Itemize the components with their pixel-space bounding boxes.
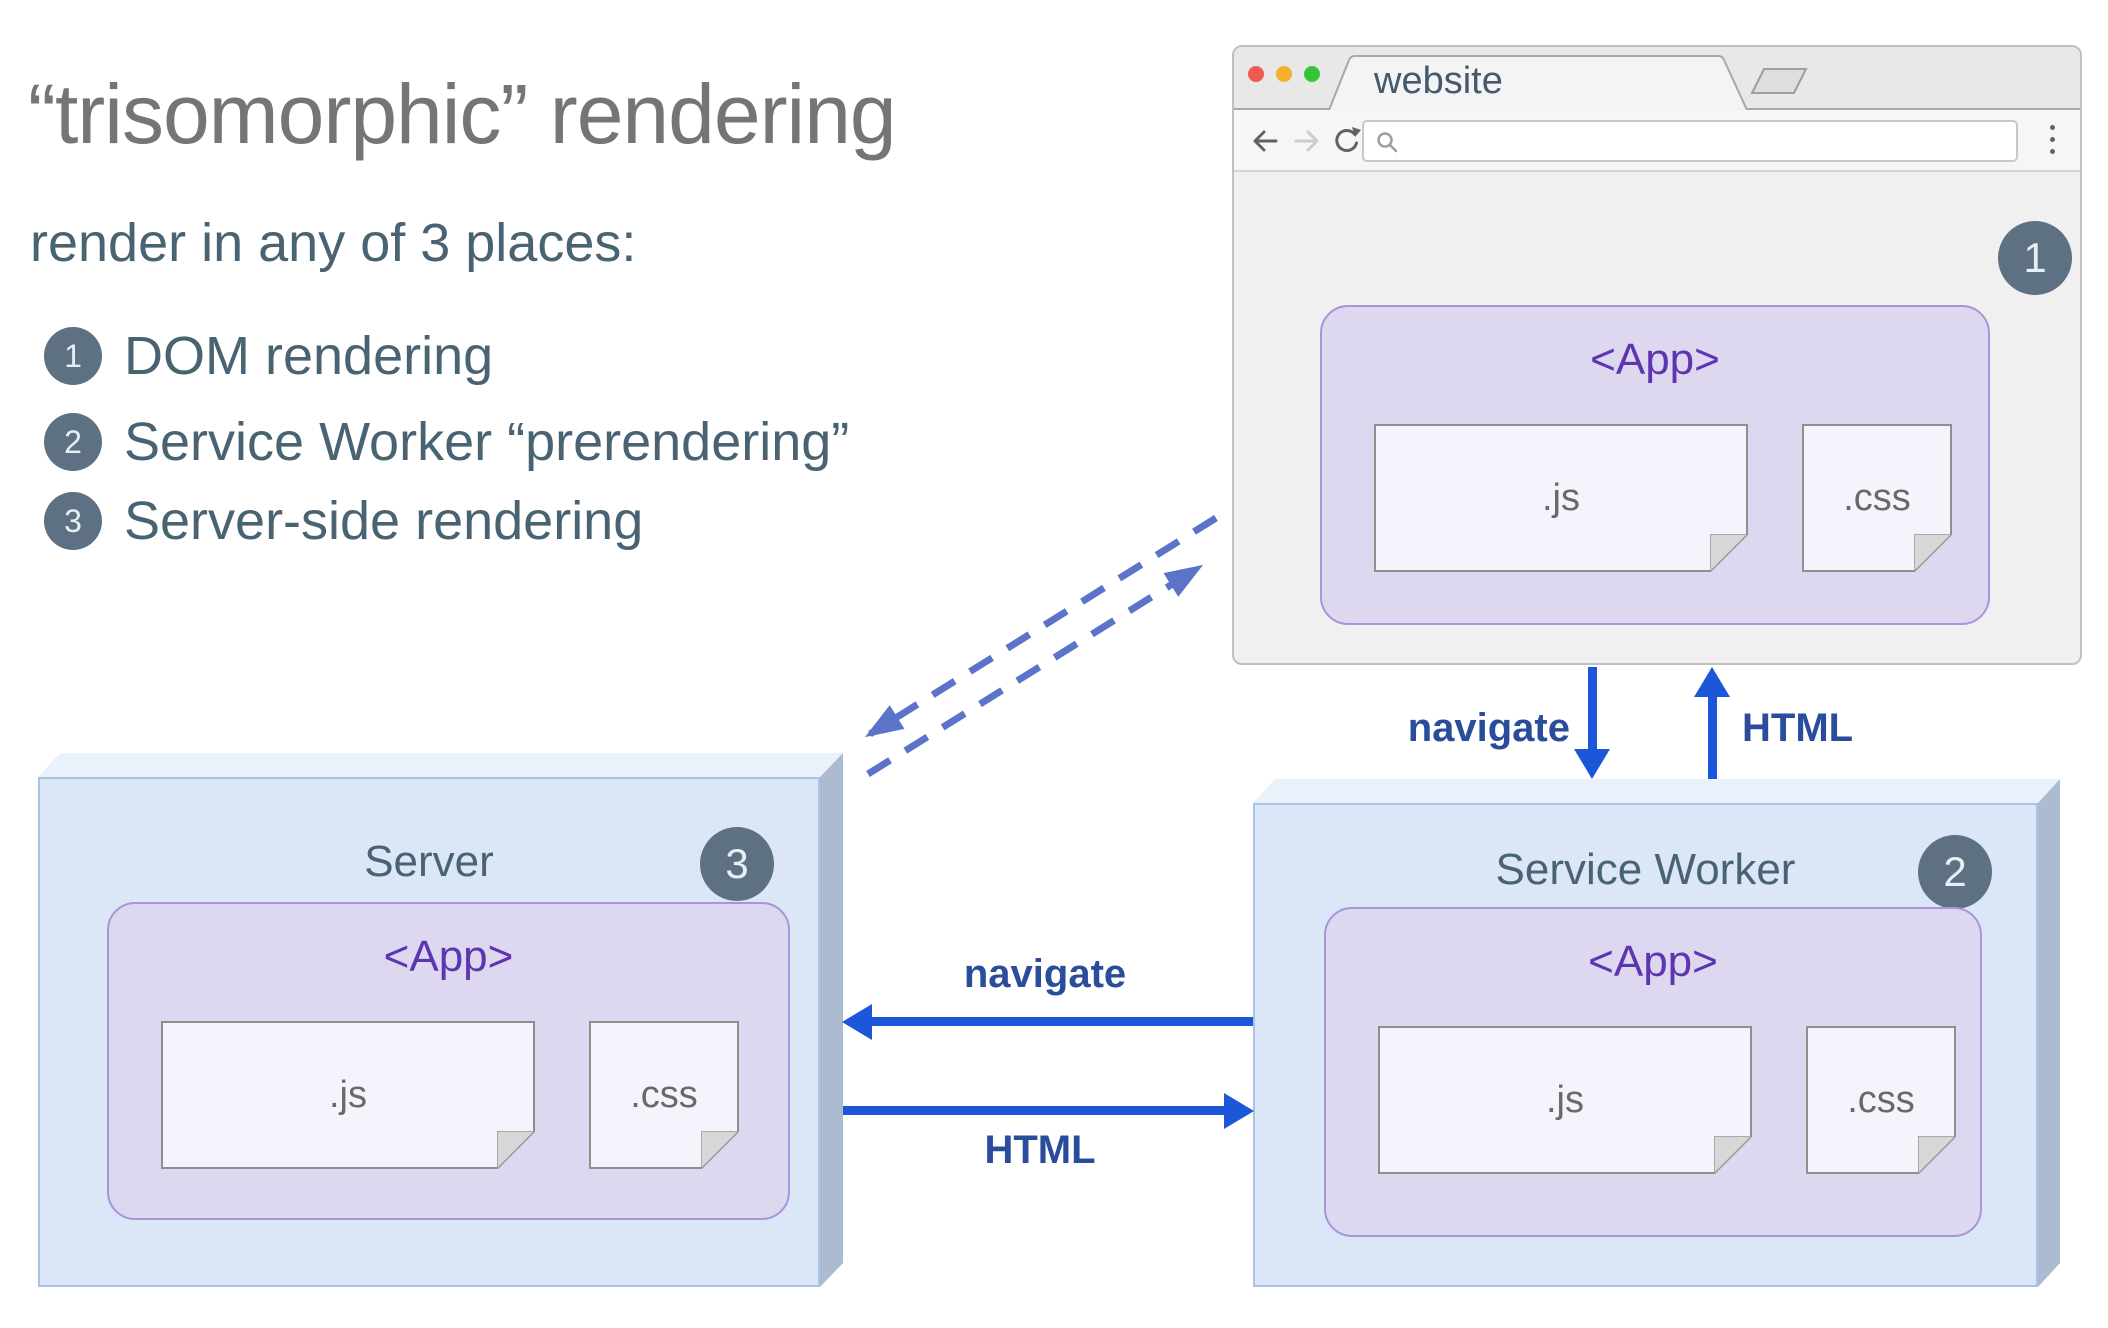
- forward-icon[interactable]: [1292, 126, 1322, 156]
- css-file-label: .css: [1843, 476, 1911, 519]
- app-tag-label: <App>: [1588, 937, 1718, 986]
- js-file-icon: .js: [1378, 1026, 1752, 1174]
- browser-titlebar: [1234, 47, 2080, 110]
- page-title: “trisomorphic” rendering: [28, 67, 897, 161]
- navigate-down-arrow: [1588, 667, 1597, 749]
- list-item-label: DOM rendering: [124, 326, 494, 386]
- page-subtitle: render in any of 3 places:: [30, 213, 637, 273]
- css-file-label: .css: [1847, 1078, 1915, 1121]
- list-item-label: Server-side rendering: [124, 491, 644, 551]
- css-file-icon: .css: [1802, 424, 1952, 572]
- css-file-icon: .css: [589, 1021, 739, 1169]
- close-window-icon[interactable]: [1248, 66, 1264, 82]
- browser-app-box: <App> .js .css: [1320, 305, 1990, 625]
- service-worker-app-box: <App> .js .css: [1324, 907, 1982, 1237]
- step-badge-1: 1: [1998, 221, 2072, 295]
- service-worker-box-top-face: [1253, 779, 2060, 803]
- list-badge-1: 1: [44, 327, 102, 385]
- js-file-label: .js: [329, 1073, 367, 1116]
- list-item-label: Service Worker “prerendering”: [124, 412, 850, 472]
- url-input[interactable]: [1362, 120, 2018, 162]
- list-badge-3: 3: [44, 492, 102, 550]
- html-up-arrow: [1708, 697, 1717, 779]
- browser-toolbar: [1234, 110, 2080, 172]
- navigate-left-arrowhead-icon: [842, 1004, 872, 1040]
- refresh-icon[interactable]: [1332, 126, 1362, 156]
- folded-corner-icon: [497, 1131, 535, 1169]
- list-item-sw-prerendering: 2 Service Worker “prerendering”: [44, 412, 849, 472]
- list-badge-2: 2: [44, 413, 102, 471]
- app-tag-label: <App>: [1590, 335, 1720, 384]
- search-icon: [1377, 132, 1398, 153]
- js-file-label: .js: [1546, 1078, 1584, 1121]
- folded-corner-icon: [1918, 1136, 1956, 1174]
- html-right-arrowhead-icon: [1224, 1093, 1254, 1129]
- tab-title: website: [1374, 60, 1503, 102]
- flow-label-html-horizontal: HTML: [984, 1128, 1096, 1172]
- slide-canvas: “trisomorphic” rendering render in any o…: [0, 0, 2108, 1328]
- server-box-top-face: [38, 753, 843, 777]
- html-up-arrowhead-icon: [1694, 667, 1730, 697]
- dashed-arrow-to-browser: [866, 564, 1204, 777]
- browser-window: website 1 <App> .js .css: [1232, 45, 2082, 665]
- css-file-label: .css: [630, 1073, 698, 1116]
- flow-label-html-vertical: HTML: [1742, 706, 1854, 750]
- menu-icon[interactable]: [2050, 125, 2056, 159]
- folded-corner-icon: [701, 1131, 739, 1169]
- step-badge-2: 2: [1918, 835, 1992, 909]
- list-item-dom-rendering: 1 DOM rendering: [44, 326, 493, 386]
- server-box-front-face: Server 3 <App> .js .css: [38, 777, 820, 1287]
- maximize-window-icon[interactable]: [1304, 66, 1320, 82]
- step-badge-3: 3: [700, 827, 774, 901]
- flow-label-navigate-vertical: navigate: [1407, 706, 1570, 750]
- navigate-left-arrow: [872, 1017, 1253, 1026]
- app-tag-label: <App>: [383, 932, 514, 981]
- folded-corner-icon: [1714, 1136, 1752, 1174]
- js-file-label: .js: [1542, 476, 1580, 519]
- server-app-box: <App> .js .css: [107, 902, 790, 1220]
- new-tab-icon[interactable]: [1750, 68, 1808, 94]
- folded-corner-icon: [1914, 534, 1952, 572]
- js-file-icon: .js: [161, 1021, 535, 1169]
- dashed-arrow-to-server: [864, 515, 1218, 738]
- navigate-down-arrowhead-icon: [1574, 749, 1610, 779]
- list-item-server-side: 3 Server-side rendering: [44, 491, 643, 551]
- html-right-arrow: [843, 1106, 1224, 1115]
- back-icon[interactable]: [1250, 126, 1280, 156]
- minimize-window-icon[interactable]: [1276, 66, 1292, 82]
- folded-corner-icon: [1710, 534, 1748, 572]
- browser-viewport: 1 <App> .js .css: [1234, 174, 2080, 663]
- service-worker-box-front-face: Service Worker 2 <App> .js .css: [1253, 803, 2038, 1287]
- js-file-icon: .js: [1374, 424, 1748, 572]
- css-file-icon: .css: [1806, 1026, 1956, 1174]
- service-worker-box: Service Worker 2 <App> .js .css: [1253, 779, 2060, 1287]
- flow-label-navigate-horizontal: navigate: [963, 952, 1127, 996]
- server-box: Server 3 <App> .js .css: [38, 753, 843, 1287]
